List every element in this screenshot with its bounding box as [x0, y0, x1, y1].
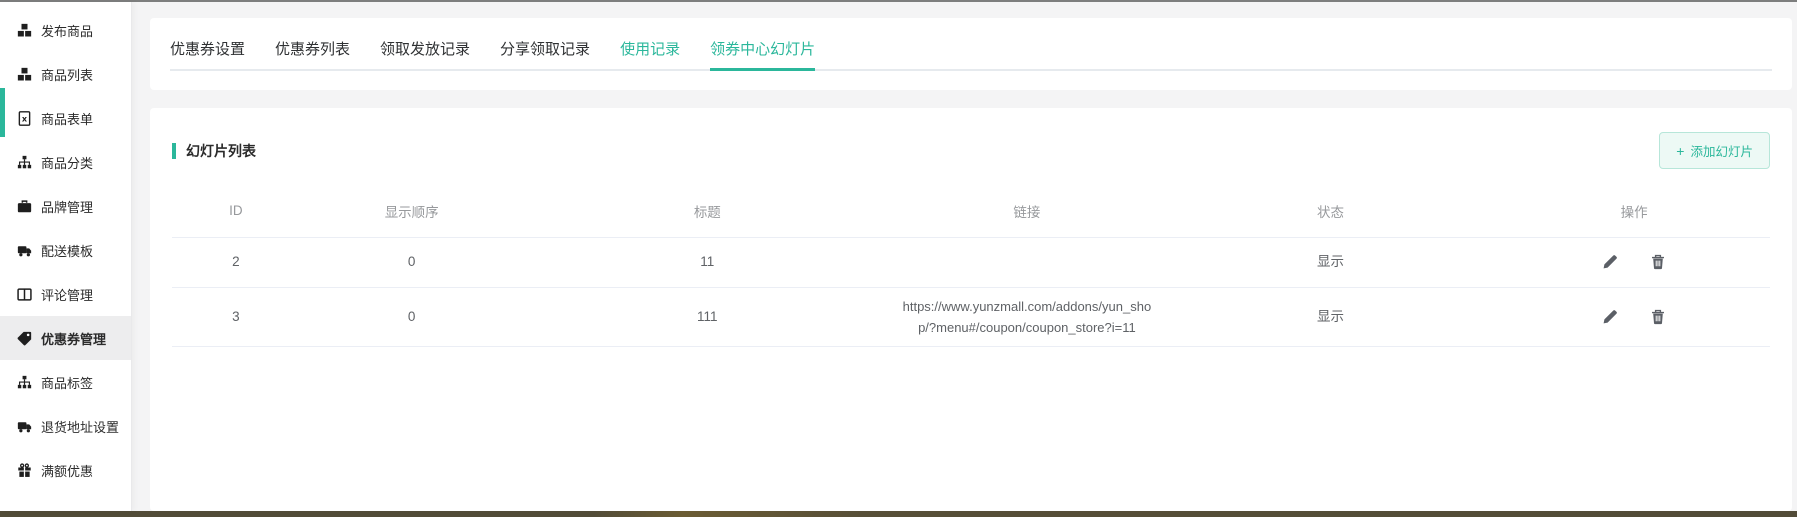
- tab-usage-records[interactable]: 使用记录: [620, 31, 680, 71]
- sidebar-item-label: 商品表单: [41, 109, 93, 128]
- sidebar-item-label: 商品分类: [41, 153, 93, 172]
- sidebar-item-comment-management[interactable]: 评论管理: [0, 272, 131, 316]
- pencil-icon: [1602, 254, 1618, 270]
- sidebar-item-delivery-template[interactable]: 配送模板: [0, 228, 131, 272]
- cell-status: 显示: [1163, 237, 1499, 287]
- sidebar-item-label: 发布商品: [41, 21, 93, 40]
- sidebar-item-product-list[interactable]: 商品列表: [0, 52, 131, 96]
- window-top-edge: [0, 0, 1797, 2]
- sidebar-item-return-address-settings[interactable]: 退货地址设置: [0, 404, 131, 448]
- cell-link: https://www.yunzmall.com/addons/yun_shop…: [891, 287, 1163, 347]
- add-slide-button[interactable]: + 添加幻灯片: [1659, 132, 1770, 169]
- cubes-icon: [17, 23, 32, 38]
- tag-icon: [17, 331, 32, 346]
- slide-list-panel: 幻灯片列表 + 添加幻灯片 ID 显示顺序 标题 链接 状态 操作: [150, 108, 1792, 511]
- tabs-card: 优惠券设置 优惠券列表 领取发放记录 分享领取记录 使用记录 领券中心幻灯片: [150, 18, 1792, 90]
- cell-link: [891, 237, 1163, 287]
- col-header-id: ID: [172, 185, 300, 237]
- sidebar-item-publish-product[interactable]: 发布商品: [0, 8, 131, 52]
- tab-coupon-settings[interactable]: 优惠券设置: [170, 31, 245, 71]
- sidebar-item-label: 商品标签: [41, 373, 93, 392]
- svg-text:x: x: [22, 114, 28, 123]
- sidebar-item-label: 评论管理: [41, 285, 93, 304]
- sidebar: 发布商品 商品列表 x 商品表单 商品分类 品牌管理 配送模板 评论管理 优惠券…: [0, 2, 132, 511]
- cell-actions: [1498, 287, 1770, 347]
- sidebar-item-coupon-management[interactable]: 优惠券管理: [0, 316, 131, 360]
- truck-icon: [17, 419, 32, 434]
- sidebar-item-product-form[interactable]: x 商品表单: [0, 96, 131, 140]
- gift-icon: [17, 463, 32, 478]
- sidebar-item-brand-management[interactable]: 品牌管理: [0, 184, 131, 228]
- edit-button[interactable]: [1602, 309, 1618, 325]
- col-header-status: 状态: [1163, 185, 1499, 237]
- add-slide-button-label: 添加幻灯片: [1690, 141, 1753, 160]
- delete-button[interactable]: [1650, 254, 1666, 270]
- sidebar-item-product-category[interactable]: 商品分类: [0, 140, 131, 184]
- sitemap-icon: [17, 375, 32, 390]
- tab-bar: 优惠券设置 优惠券列表 领取发放记录 分享领取记录 使用记录 领券中心幻灯片: [170, 31, 1772, 71]
- table-row: 3 0 111 https://www.yunzmall.com/addons/…: [172, 287, 1770, 347]
- panel-header: 幻灯片列表 + 添加幻灯片: [172, 132, 1770, 169]
- col-header-title: 标题: [524, 185, 892, 237]
- main-content: 优惠券设置 优惠券列表 领取发放记录 分享领取记录 使用记录 领券中心幻灯片 幻…: [150, 18, 1792, 511]
- sidebar-item-label: 优惠券管理: [41, 329, 106, 348]
- trash-icon: [1650, 309, 1666, 325]
- cell-display-order: 0: [300, 237, 524, 287]
- plus-icon: +: [1676, 145, 1684, 157]
- col-header-actions: 操作: [1498, 185, 1770, 237]
- col-header-link: 链接: [891, 185, 1163, 237]
- cubes-icon: [17, 67, 32, 82]
- sidebar-item-product-tags[interactable]: 商品标签: [0, 360, 131, 404]
- tab-coupon-list[interactable]: 优惠券列表: [275, 31, 350, 71]
- cell-id: 2: [172, 237, 300, 287]
- delete-button[interactable]: [1650, 309, 1666, 325]
- sitemap-icon: [17, 155, 32, 170]
- table-row: 2 0 11 显示: [172, 237, 1770, 287]
- sidebar-item-label: 配送模板: [41, 241, 93, 260]
- table-header-row: ID 显示顺序 标题 链接 状态 操作: [172, 185, 1770, 237]
- edit-button[interactable]: [1602, 254, 1618, 270]
- bottom-edge-strip: [0, 511, 1797, 517]
- cell-title: 111: [524, 287, 892, 347]
- cell-id: 3: [172, 287, 300, 347]
- trash-icon: [1650, 254, 1666, 270]
- sidebar-item-label: 品牌管理: [41, 197, 93, 216]
- cell-actions: [1498, 237, 1770, 287]
- truck-icon: [17, 243, 32, 258]
- cell-display-order: 0: [300, 287, 524, 347]
- briefcase-icon: [17, 199, 32, 214]
- sidebar-item-label: 商品列表: [41, 65, 93, 84]
- pencil-icon: [1602, 309, 1618, 325]
- tab-claim-issue-records[interactable]: 领取发放记录: [380, 31, 470, 71]
- col-header-display-order: 显示顺序: [300, 185, 524, 237]
- panel-title: 幻灯片列表: [172, 143, 256, 159]
- cell-title: 11: [524, 237, 892, 287]
- sidebar-scroll-indicator: [0, 88, 5, 137]
- excel-file-icon: x: [17, 111, 32, 126]
- cell-status: 显示: [1163, 287, 1499, 347]
- slide-table: ID 显示顺序 标题 链接 状态 操作 2 0 11 显示: [172, 185, 1770, 347]
- columns-icon: [17, 287, 32, 302]
- tab-share-claim-records[interactable]: 分享领取记录: [500, 31, 590, 71]
- sidebar-item-label: 退货地址设置: [41, 417, 119, 436]
- tab-coupon-center-slides[interactable]: 领券中心幻灯片: [710, 31, 815, 71]
- sidebar-item-full-discount[interactable]: 满额优惠: [0, 448, 131, 492]
- sidebar-item-label: 满额优惠: [41, 461, 93, 480]
